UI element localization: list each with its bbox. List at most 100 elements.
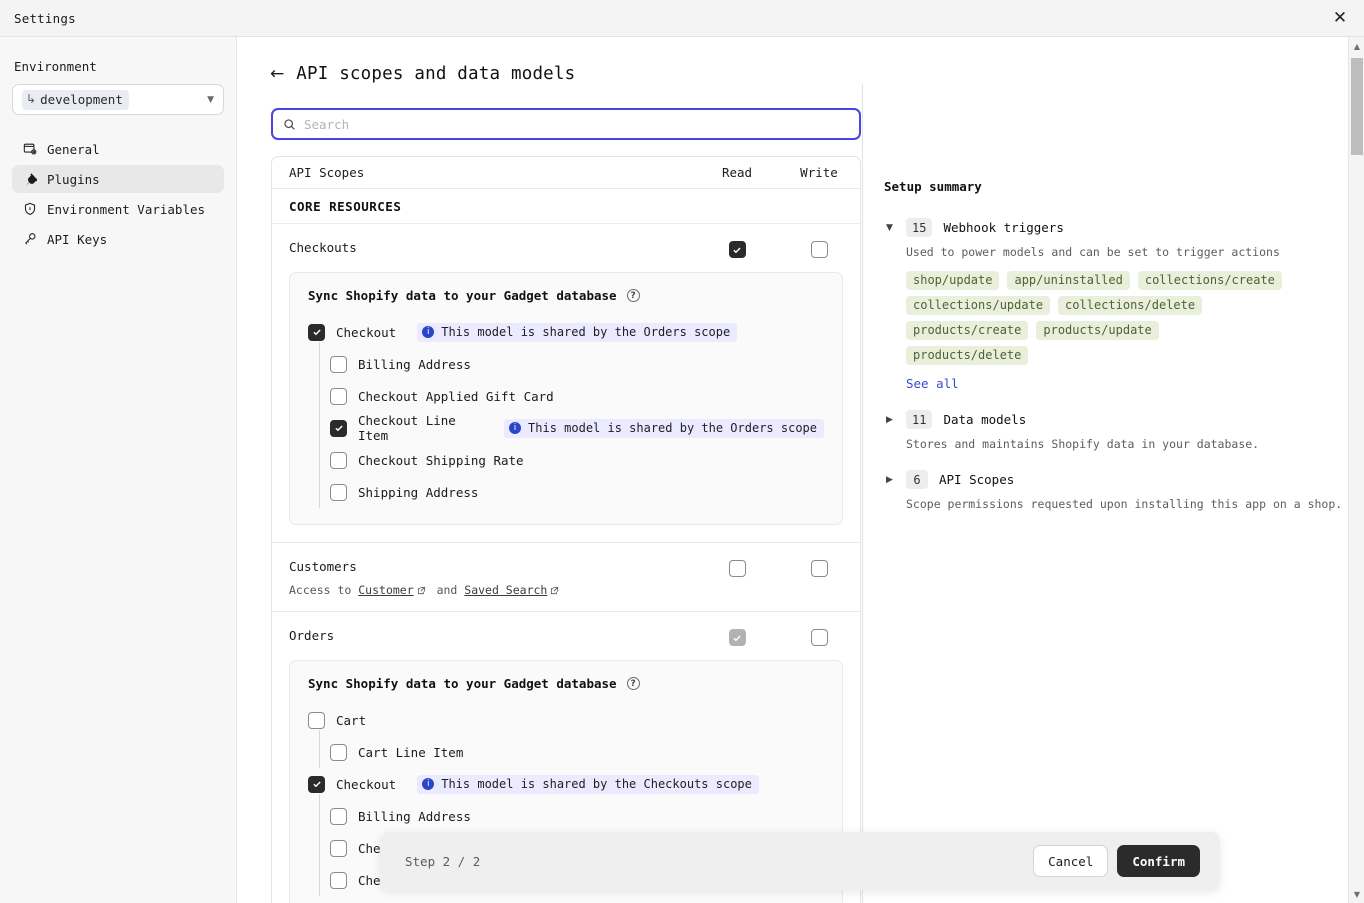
model-checkbox[interactable] xyxy=(330,807,347,825)
summary-item-header[interactable]: ▶ 6 API Scopes xyxy=(884,470,1348,489)
summary-item-header[interactable]: ▶ 11 Data models xyxy=(884,410,1348,429)
webhook-tag: products/create xyxy=(906,321,1029,340)
model-checkbox[interactable] xyxy=(330,355,347,373)
summary-description: Stores and maintains Shopify data in you… xyxy=(906,437,1260,451)
model-checkbox[interactable] xyxy=(330,483,347,501)
webhook-tag: products/update xyxy=(1036,321,1159,340)
model-label: Billing Address xyxy=(358,356,471,372)
model-row: Checkout Line Item i This model is share… xyxy=(319,406,824,444)
info-icon: i xyxy=(509,421,522,434)
model-checkbox[interactable] xyxy=(330,451,347,469)
model-checkbox[interactable] xyxy=(330,387,347,405)
webhook-tag: app/uninstalled xyxy=(1007,271,1130,290)
see-all-link[interactable]: See all xyxy=(906,376,1348,391)
plug-icon xyxy=(22,172,37,187)
column-header-write: Write xyxy=(800,165,838,180)
scrollbar-thumb[interactable] xyxy=(1351,58,1363,155)
sidebar-item-label: API Keys xyxy=(47,231,108,247)
sidebar-item-label: Environment Variables xyxy=(47,201,206,217)
help-icon[interactable]: ? xyxy=(626,289,640,302)
scroll-up-arrow-icon[interactable]: ▲ xyxy=(1349,37,1364,55)
model-label: Cart Line Item xyxy=(358,744,464,760)
search-icon xyxy=(284,118,295,130)
scroll-down-arrow-icon[interactable]: ▼ xyxy=(1349,885,1364,903)
summary-count: 11 xyxy=(906,410,933,429)
chevron-right-icon[interactable]: ▶ xyxy=(884,415,895,425)
cancel-button[interactable]: Cancel xyxy=(1033,845,1109,877)
model-label: Cart xyxy=(336,712,367,728)
write-cell xyxy=(778,240,860,258)
write-cell xyxy=(778,628,860,646)
summary-item-api-scopes: ▶ 6 API Scopes Scope permissions request… xyxy=(884,470,1348,511)
model-checkbox[interactable] xyxy=(308,775,325,793)
chevron-down-icon[interactable]: ▼ xyxy=(884,223,895,233)
webhook-tag: collections/delete xyxy=(1058,296,1203,315)
webhook-tag: shop/update xyxy=(906,271,1000,290)
window-gear-icon xyxy=(22,142,37,157)
summary-description: Used to power models and can be set to t… xyxy=(906,245,1280,259)
model-checkbox[interactable] xyxy=(330,839,347,857)
read-cell xyxy=(696,559,778,577)
shared-scope-text: This model is shared by the Orders scope xyxy=(441,324,731,339)
model-label: Billing Address xyxy=(358,808,471,824)
model-checkbox[interactable] xyxy=(330,419,347,437)
search-box[interactable] xyxy=(271,108,861,140)
sidebar-item-label: General xyxy=(47,141,100,157)
environment-select[interactable]: ↳ development ▼ xyxy=(12,84,224,115)
model-label: Checkout Applied Gift Card xyxy=(358,388,554,404)
chevron-right-icon[interactable]: ▶ xyxy=(884,475,895,485)
model-row: Shipping Address xyxy=(319,470,824,508)
read-checkbox[interactable] xyxy=(728,560,746,577)
summary-count: 6 xyxy=(906,470,928,489)
back-arrow-icon[interactable]: ← xyxy=(270,65,284,83)
sidebar-item-api-keys[interactable]: API Keys xyxy=(12,225,224,253)
saved-search-link[interactable]: Saved Search xyxy=(464,583,547,597)
sidebar: Environment ↳ development ▼ General Plug… xyxy=(0,37,237,903)
column-header-name: API Scopes xyxy=(289,165,365,180)
page-header: ← API scopes and data models xyxy=(238,37,1348,84)
model-checkbox[interactable] xyxy=(330,871,347,889)
read-checkbox xyxy=(728,629,746,646)
write-checkbox[interactable] xyxy=(810,560,828,577)
read-checkbox[interactable] xyxy=(728,241,746,258)
vertical-scrollbar[interactable]: ▲ ▼ xyxy=(1348,37,1364,903)
window-title-bar: Settings ✕ xyxy=(0,0,1364,37)
sidebar-item-environment-variables[interactable]: Environment Variables xyxy=(12,195,224,223)
step-buttons: Cancel Confirm xyxy=(1033,845,1200,877)
scope-description: Access to Customer and Saved Search xyxy=(289,583,696,597)
model-label: Checkout xyxy=(336,776,397,792)
webhook-tag-list: shop/update app/uninstalled collections/… xyxy=(906,271,1286,365)
info-icon: i xyxy=(422,777,435,790)
model-label: Checkout xyxy=(336,324,397,340)
write-checkbox[interactable] xyxy=(810,629,828,646)
step-indicator: Step 2 / 2 xyxy=(405,853,481,869)
page-title: API scopes and data models xyxy=(296,64,576,84)
environment-label: Environment xyxy=(14,59,97,74)
access-prefix: Access to xyxy=(289,583,359,597)
model-row: Checkout Shipping Rate xyxy=(319,438,824,476)
close-icon[interactable]: ✕ xyxy=(1324,3,1356,33)
shared-scope-badge: i This model is shared by the Orders sco… xyxy=(504,418,824,438)
write-cell xyxy=(778,559,860,577)
scope-name: Orders xyxy=(289,628,335,643)
model-checkbox[interactable] xyxy=(308,323,325,341)
sync-panel-title-text: Sync Shopify data to your Gadget databas… xyxy=(308,288,617,303)
environment-value: development xyxy=(40,91,123,107)
external-link-icon xyxy=(551,586,559,595)
summary-item-header[interactable]: ▼ 15 Webhook triggers xyxy=(884,218,1348,237)
customer-link[interactable]: Customer xyxy=(358,583,413,597)
sidebar-item-plugins[interactable]: Plugins xyxy=(12,165,224,193)
search-input[interactable] xyxy=(304,116,849,132)
sidebar-item-general[interactable]: General xyxy=(12,135,224,163)
model-checkbox[interactable] xyxy=(308,711,325,729)
model-row: Billing Address xyxy=(319,794,824,832)
webhook-tag: collections/update xyxy=(906,296,1051,315)
model-row: Checkout i This model is shared by the O… xyxy=(308,316,824,348)
sync-panel-checkouts: Sync Shopify data to your Gadget databas… xyxy=(289,272,843,525)
model-row: Checkout i This model is shared by the C… xyxy=(308,768,824,800)
help-icon[interactable]: ? xyxy=(626,677,640,690)
model-checkbox[interactable] xyxy=(330,743,347,761)
write-checkbox[interactable] xyxy=(810,241,828,258)
read-cell xyxy=(696,628,778,646)
confirm-button[interactable]: Confirm xyxy=(1117,845,1200,877)
